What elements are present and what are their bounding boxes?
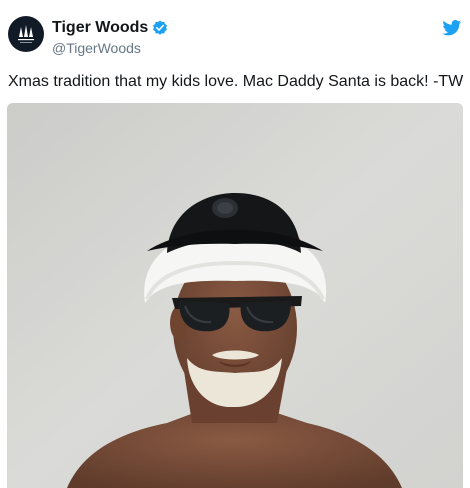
- twitter-bird-icon[interactable]: [442, 20, 462, 36]
- tweet-card: Tiger Woods @TigerWoods Xmas tradition t…: [0, 0, 470, 488]
- handle[interactable]: @TigerWoods: [52, 39, 168, 57]
- author-block: Tiger Woods @TigerWoods: [52, 18, 168, 57]
- tweet-text: Xmas tradition that my kids love. Mac Da…: [8, 73, 464, 90]
- tweet-photo[interactable]: [7, 103, 463, 488]
- verified-badge-icon: [152, 20, 168, 36]
- display-name[interactable]: Tiger Woods: [52, 18, 148, 38]
- tgr-logo-icon: [18, 25, 34, 43]
- avatar[interactable]: [8, 16, 44, 52]
- tweet-header: Tiger Woods @TigerWoods: [8, 16, 462, 60]
